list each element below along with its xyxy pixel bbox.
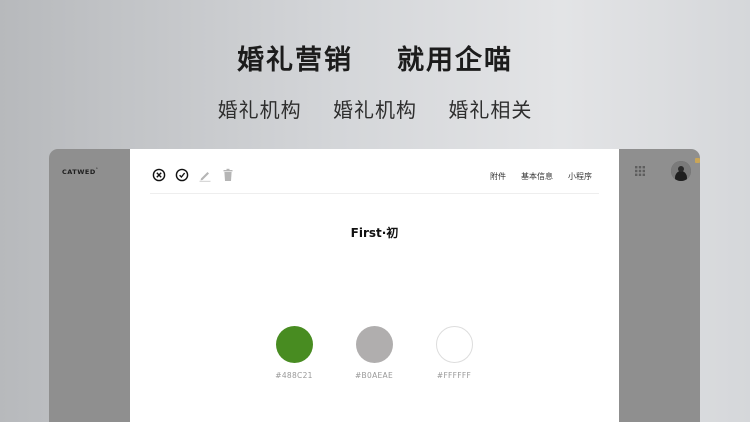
trash-icon[interactable] [221,168,235,182]
color-swatch-item[interactable]: #FFFFFF [424,326,484,380]
color-swatch-item[interactable]: #488C21 [264,326,324,380]
tab-attachments[interactable]: 附件 [490,172,506,181]
swatch-label: #B0AEAE [354,371,394,380]
check-circle-icon[interactable] [175,168,189,182]
color-swatch[interactable] [275,326,313,363]
close-circle-icon[interactable] [152,168,166,182]
color-swatch-item[interactable]: #B0AEAE [344,326,404,380]
edit-pencil-icon[interactable] [198,168,212,182]
swatch-label: #488C21 [275,371,313,380]
headline-right: 就用企喵 [397,45,513,76]
sub-item: 婚礼相关 [448,98,533,122]
color-swatch[interactable] [435,326,473,363]
main-panel: 附件 基本信息 小程序 First·初 #488C21 #B0AEAE #FFFFF… [130,149,619,422]
toolbar: 附件 基本信息 小程序 [150,149,599,194]
swatch-label: #FFFFFF [436,371,472,380]
banner-subline: 婚礼机构 婚礼机构 婚礼相关 [0,94,750,123]
brand-logo: CATWED° [62,167,99,177]
tab-mini-program[interactable]: 小程序 [568,172,592,181]
sub-item: 婚礼机构 [217,98,302,122]
sub-item: 婚礼机构 [333,98,417,122]
color-swatch[interactable] [355,326,393,363]
avatar[interactable] [671,161,691,181]
tab-bar: 附件 基本信息 小程序 [475,171,592,182]
app-window: CATWED° 附件 基本信息 小程序 First·初 #488C21 #B0A… [49,149,700,422]
tab-basic-info[interactable]: 基本信息 [521,172,553,181]
apps-grid-icon[interactable] [635,166,645,176]
corner-marker [695,158,700,163]
headline-left: 婚礼营销 [237,45,353,76]
banner-headline: 婚礼营销 就用企喵 [0,38,750,77]
page-title: First·初 [350,226,399,240]
